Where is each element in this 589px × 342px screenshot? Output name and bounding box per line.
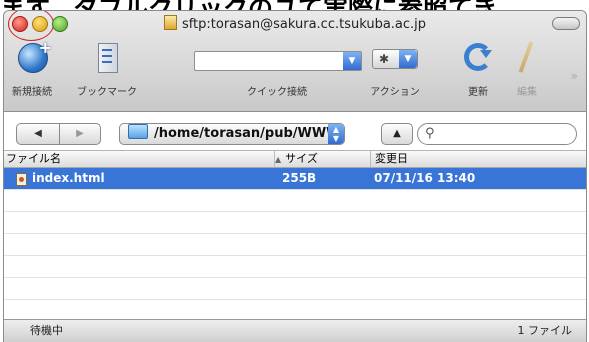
search-field[interactable]: ⚲ — [417, 123, 577, 145]
status-text: 待機中 — [30, 324, 63, 337]
bookmark-button[interactable]: ブックマーク — [77, 43, 137, 101]
empty-row — [4, 278, 586, 300]
sort-ascending-icon: ▲ — [275, 155, 282, 164]
quick-connect-input[interactable] — [195, 52, 343, 68]
navigation-bar: ◀ ▶ /home/torasan/pub/WWW ▲ ▼ ▲ ⚲ — [4, 123, 586, 149]
quick-connect-label: クイック接続 — [247, 87, 307, 98]
table-row[interactable]: index.html 255B 07/11/16 13:40 — [4, 168, 586, 190]
action-group: ✱ ▼ アクション — [370, 43, 420, 101]
file-name-cell: index.html — [16, 168, 105, 189]
toolbar-overflow-icon[interactable]: » — [571, 69, 578, 83]
folder-icon — [128, 124, 148, 139]
toolbar-toggle-button[interactable] — [552, 17, 580, 30]
column-header-size-label: サイズ — [285, 152, 318, 165]
magnifier-icon: ⚲ — [425, 126, 435, 141]
edit-label: 編集 — [517, 87, 537, 98]
empty-row — [4, 212, 586, 234]
chevron-updown-icon: ▲ ▼ — [328, 124, 344, 144]
refresh-icon — [464, 43, 492, 71]
file-size: 255B — [282, 171, 317, 185]
empty-row — [4, 190, 586, 212]
window-title: sftp:torasan@sakura.cc.tsukuba.ac.jp — [4, 15, 586, 32]
file-modified: 07/11/16 13:40 — [374, 171, 476, 185]
action-menu-button[interactable]: ✱ ▼ — [372, 49, 418, 69]
chevron-down-icon[interactable]: ▼ — [343, 52, 361, 70]
window-title-text: sftp:torasan@sakura.cc.tsukuba.ac.jp — [181, 17, 427, 32]
file-count: 1 ファイル — [517, 324, 573, 337]
edit-button[interactable]: 編集 — [510, 41, 544, 101]
current-path: /home/torasan/pub/WWW — [154, 126, 341, 141]
bookmark-list-icon — [98, 43, 118, 73]
table-header: ファイル名 ▲ サイズ 変更日 — [4, 151, 586, 168]
empty-row — [4, 256, 586, 278]
column-header-size[interactable]: ▲ サイズ — [274, 151, 371, 167]
empty-row — [4, 234, 586, 256]
chevron-down-icon: ▼ — [399, 50, 417, 68]
search-input[interactable] — [442, 126, 571, 144]
forward-button[interactable]: ▶ — [59, 123, 101, 145]
html-file-icon — [16, 173, 27, 186]
title-bar: sftp:torasan@sakura.cc.tsukuba.ac.jp + 新… — [4, 11, 586, 112]
quick-connect-group: ▼ クイック接続 — [194, 43, 362, 101]
status-bar: 待機中 1 ファイル — [4, 319, 586, 342]
file-table: ファイル名 ▲ サイズ 変更日 index.html 255B 07/11/16 … — [4, 150, 586, 322]
globe-plus-icon: + — [18, 38, 52, 73]
file-name: index.html — [32, 171, 105, 185]
new-connection-button[interactable]: + 新規接続 — [10, 38, 54, 101]
quick-connect-combo[interactable]: ▼ — [194, 51, 362, 71]
column-header-modified[interactable]: 変更日 — [370, 151, 585, 167]
gear-icon: ✱ — [379, 52, 390, 66]
document-proxy-icon — [163, 15, 177, 30]
go-up-button[interactable]: ▲ — [381, 123, 413, 145]
bookmark-label: ブックマーク — [77, 87, 137, 98]
column-header-name[interactable]: ファイル名 — [6, 151, 271, 167]
back-button[interactable]: ◀ — [16, 123, 60, 145]
action-label: アクション — [370, 87, 420, 98]
sftp-window: sftp:torasan@sakura.cc.tsukuba.ac.jp + 新… — [3, 10, 587, 342]
path-popup[interactable]: /home/torasan/pub/WWW ▲ ▼ — [119, 123, 345, 145]
pencil-icon — [518, 41, 534, 73]
file-rows: index.html 255B 07/11/16 13:40 — [4, 168, 586, 342]
